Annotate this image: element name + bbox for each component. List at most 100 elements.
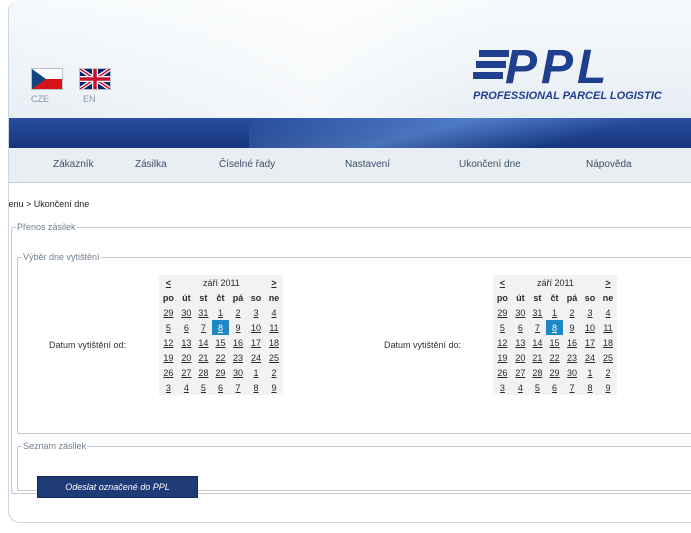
calendar-to-day[interactable]: 22 <box>546 350 563 365</box>
calendar-to-day[interactable]: 5 <box>493 320 512 335</box>
calendar-to-day[interactable]: 10 <box>581 320 599 335</box>
calendar-from-day[interactable]: 9 <box>265 380 283 395</box>
calendar-to-day[interactable]: 4 <box>599 305 617 320</box>
calendar-from-day[interactable]: 5 <box>195 380 212 395</box>
lang-label-cze[interactable]: CZE <box>31 94 49 104</box>
calendar-to-day[interactable]: 12 <box>493 335 512 350</box>
calendar-from-day[interactable]: 10 <box>247 320 265 335</box>
calendar-from-day[interactable]: 7 <box>195 320 212 335</box>
calendar-from-day[interactable]: 20 <box>178 350 195 365</box>
calendar-to-day[interactable]: 4 <box>512 380 529 395</box>
menu-item-ciselne-rady[interactable]: Číselné řady <box>219 159 275 170</box>
calendar-from-day[interactable]: 1 <box>247 365 265 380</box>
calendar-to-day[interactable]: 6 <box>512 320 529 335</box>
calendar-to-day[interactable]: 7 <box>563 380 581 395</box>
calendar-to-day[interactable]: 29 <box>493 305 512 320</box>
calendar-from-day[interactable]: 4 <box>178 380 195 395</box>
menu-item-nastaveni[interactable]: Nastavení <box>345 159 390 170</box>
calendar-from-day[interactable]: 3 <box>247 305 265 320</box>
calendar-to-day[interactable]: 14 <box>529 335 546 350</box>
calendar-to-day[interactable]: 30 <box>512 305 529 320</box>
calendar-to-prev-month-link[interactable]: < <box>493 275 512 290</box>
calendar-to-day[interactable]: 2 <box>563 305 581 320</box>
calendar-to-day[interactable]: 2 <box>599 365 617 380</box>
menu-item-napoveda[interactable]: Nápověda <box>586 159 632 170</box>
calendar-from-day[interactable]: 29 <box>159 305 178 320</box>
calendar-to-day[interactable]: 29 <box>546 365 563 380</box>
calendar-to-day[interactable]: 8 <box>581 380 599 395</box>
calendar-from-day[interactable]: 21 <box>195 350 212 365</box>
calendar-to-day[interactable]: 20 <box>512 350 529 365</box>
calendar-to-day[interactable]: 16 <box>563 335 581 350</box>
calendar-from-day[interactable]: 17 <box>247 335 265 350</box>
calendar-from-day[interactable]: 1 <box>212 305 229 320</box>
calendar-from-day[interactable]: 28 <box>195 365 212 380</box>
czech-flag-icon[interactable] <box>31 68 63 90</box>
send-to-ppl-button[interactable]: Odeslat označené do PPL <box>37 476 198 498</box>
calendar-from-day[interactable]: 22 <box>212 350 229 365</box>
menu-item-zakaznik[interactable]: Zákazník <box>53 159 94 170</box>
calendar-from-day[interactable]: 8 <box>211 320 230 335</box>
calendar-from-day[interactable]: 4 <box>265 305 283 320</box>
calendar-from-day[interactable]: 30 <box>229 365 247 380</box>
calendar-to-day[interactable]: 18 <box>599 335 617 350</box>
calendar-to-day[interactable]: 7 <box>529 320 546 335</box>
calendar-from-day[interactable]: 15 <box>212 335 229 350</box>
calendar-from-day[interactable]: 6 <box>178 320 195 335</box>
calendar-to-day[interactable]: 15 <box>546 335 563 350</box>
calendar-from-day[interactable]: 2 <box>265 365 283 380</box>
calendar-to-day[interactable]: 21 <box>529 350 546 365</box>
calendar-to-day[interactable]: 5 <box>529 380 546 395</box>
calendar-to-day[interactable]: 1 <box>546 305 563 320</box>
calendar-from-day[interactable]: 23 <box>229 350 247 365</box>
calendar-from-day[interactable]: 13 <box>178 335 195 350</box>
lang-label-en[interactable]: EN <box>83 94 96 104</box>
calendar-from-prev-month-link[interactable]: < <box>159 275 178 290</box>
calendar-from-day[interactable]: 25 <box>265 350 283 365</box>
calendar-from-day[interactable]: 8 <box>247 380 265 395</box>
calendar-to-day[interactable]: 17 <box>581 335 599 350</box>
calendar-from-day[interactable]: 11 <box>265 320 283 335</box>
menu-item-zasilka[interactable]: Zásilka <box>135 159 167 170</box>
uk-flag-icon[interactable] <box>79 68 111 90</box>
calendar-from-day[interactable]: 18 <box>265 335 283 350</box>
calendar-to-day[interactable]: 3 <box>581 305 599 320</box>
calendar-from-day[interactable]: 24 <box>247 350 265 365</box>
calendar-from-day[interactable]: 2 <box>229 305 247 320</box>
menu-item-ukonceni-dne[interactable]: Ukončení dne <box>459 159 521 170</box>
calendar-to-day[interactable]: 24 <box>581 350 599 365</box>
calendar-to-day[interactable]: 28 <box>529 365 546 380</box>
calendar-from-day[interactable]: 9 <box>229 320 247 335</box>
calendar-from-day[interactable]: 7 <box>229 380 247 395</box>
calendar-to-day[interactable]: 31 <box>529 305 546 320</box>
calendar-to-next-month-link[interactable]: > <box>599 275 617 290</box>
calendar-to-day[interactable]: 9 <box>563 320 581 335</box>
calendar-to-day[interactable]: 25 <box>599 350 617 365</box>
calendar-from-day[interactable]: 30 <box>178 305 195 320</box>
calendar-to-day[interactable]: 26 <box>493 365 512 380</box>
calendar-to-day[interactable]: 8 <box>545 320 564 335</box>
calendar-to-day[interactable]: 9 <box>599 380 617 395</box>
calendar-from-day[interactable]: 6 <box>212 380 229 395</box>
calendar-to-day[interactable]: 13 <box>512 335 529 350</box>
calendar-from-next-month-link[interactable]: > <box>265 275 283 290</box>
calendar-to-day[interactable]: 23 <box>563 350 581 365</box>
calendar-from-day[interactable]: 26 <box>159 365 178 380</box>
calendar-to-day[interactable]: 1 <box>581 365 599 380</box>
calendar-to-day[interactable]: 30 <box>563 365 581 380</box>
calendar-to-day[interactable]: 19 <box>493 350 512 365</box>
calendar-to-day[interactable]: 3 <box>493 380 512 395</box>
calendar-from-day[interactable]: 31 <box>195 305 212 320</box>
calendar-to-day[interactable]: 27 <box>512 365 529 380</box>
calendar-from-day[interactable]: 12 <box>159 335 178 350</box>
calendar-from-day[interactable]: 3 <box>159 380 178 395</box>
calendar-from-day[interactable]: 5 <box>159 320 178 335</box>
calendar-to-day[interactable]: 6 <box>546 380 563 395</box>
calendar-from-day[interactable]: 16 <box>229 335 247 350</box>
header-band <box>9 118 691 148</box>
calendar-from-day[interactable]: 14 <box>195 335 212 350</box>
calendar-to-day[interactable]: 11 <box>599 320 617 335</box>
calendar-from-day[interactable]: 27 <box>178 365 195 380</box>
calendar-from-day[interactable]: 29 <box>212 365 229 380</box>
calendar-from-day[interactable]: 19 <box>159 350 178 365</box>
